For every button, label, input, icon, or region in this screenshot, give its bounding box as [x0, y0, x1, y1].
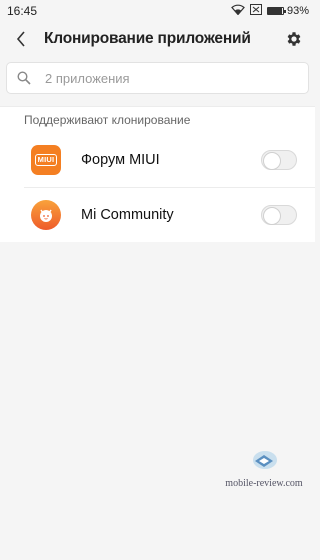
clone-toggle[interactable] [261, 204, 297, 225]
no-sim-icon [249, 4, 262, 18]
miui-forum-icon: MIUI [31, 144, 61, 175]
app-name: Форум MIUI [81, 151, 160, 168]
watermark: mobile-review.com [224, 447, 304, 489]
section-header: Поддерживают клонирование [0, 106, 315, 132]
app-name: Mi Community [81, 206, 174, 223]
watermark-text: mobile-review.com [225, 478, 303, 489]
gear-icon [287, 32, 301, 46]
page-title: Клонирование приложений [44, 30, 251, 47]
search-icon [17, 70, 33, 86]
miui-logo-text: MIUI [34, 153, 58, 166]
list-item-mi-community[interactable]: Mi Community [0, 187, 315, 242]
back-button[interactable] [12, 29, 30, 49]
status-icons: 93% [231, 4, 309, 18]
app-list: MIUI Форум MIUI Mi Community [0, 132, 315, 242]
battery-percent: 93% [286, 5, 309, 17]
search-container: 2 приложения [0, 56, 315, 104]
chevron-left-icon [16, 31, 25, 47]
settings-button[interactable] [283, 28, 305, 50]
mi-community-icon [31, 199, 61, 230]
search-placeholder: 2 приложения [45, 70, 130, 86]
clone-toggle[interactable] [261, 149, 297, 170]
status-bar: 16:45 93% [0, 0, 315, 22]
wifi-icon [231, 4, 245, 18]
battery-indicator: 93% [266, 5, 309, 17]
app-bar: Клонирование приложений [0, 22, 315, 56]
status-time: 16:45 [7, 4, 38, 18]
search-input[interactable]: 2 приложения [6, 62, 309, 94]
mobile-review-logo-icon [253, 451, 277, 469]
list-item-miui-forum[interactable]: MIUI Форум MIUI [0, 132, 315, 187]
battery-icon [266, 7, 286, 15]
